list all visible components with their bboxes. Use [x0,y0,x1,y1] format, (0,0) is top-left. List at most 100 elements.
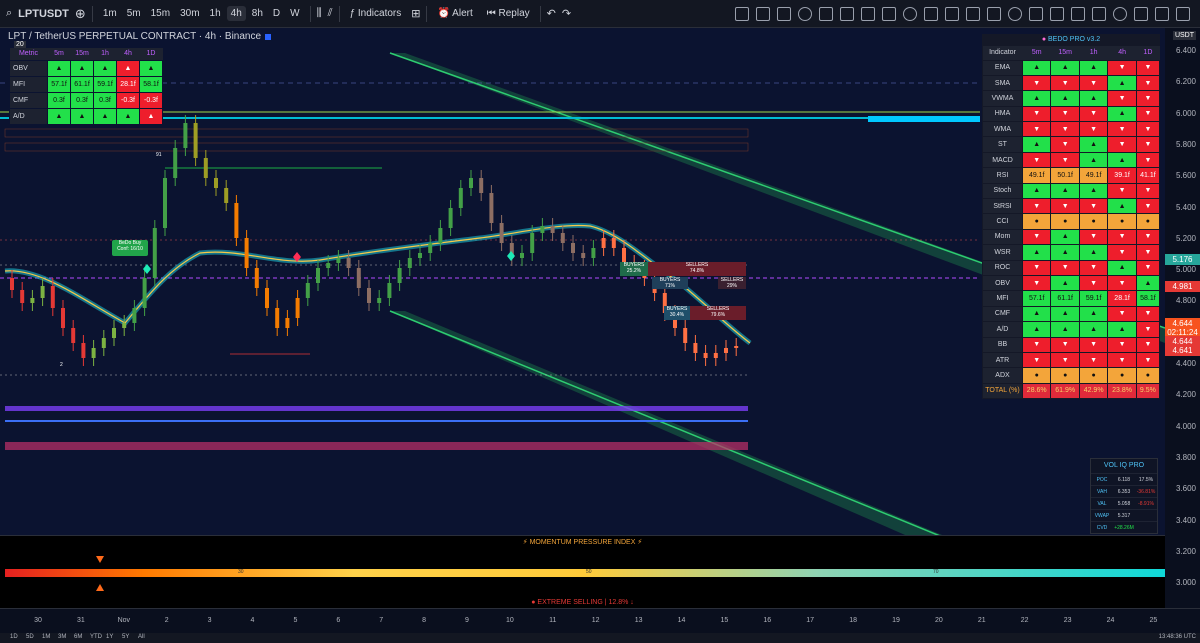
range-1m[interactable]: 1M [42,634,50,640]
time-tick: 4 [250,617,255,624]
voliq-k: POC [1096,476,1108,483]
interval-30m[interactable]: 30m [176,6,203,21]
layout-icon[interactable]: ⊞ [411,7,420,20]
currency-badge[interactable]: USDT [1172,31,1196,40]
interval-15m[interactable]: 15m [147,6,174,21]
bedo-cell: 39.1f [1107,167,1137,184]
screenshot-icon[interactable] [1113,7,1127,21]
interval-5m[interactable]: 5m [123,6,145,21]
eye-icon[interactable] [1029,7,1043,21]
time-tick: 23 [1063,617,1072,624]
candle-body [550,226,555,233]
add-symbol-icon[interactable]: ⊕ [75,6,86,22]
bedo-cell: ▲ [1078,244,1109,261]
pitchfork-icon[interactable] [798,7,812,21]
text-icon[interactable] [861,7,875,21]
candle-body [275,308,280,328]
range-1y[interactable]: 1Y [106,634,113,640]
bedo-row: MACD ▼ ▼ ▲ ▲ ▼ [982,151,1161,169]
measure-icon[interactable] [924,7,938,21]
chart-type-icon[interactable]: ⫼ [317,7,322,20]
brush-icon[interactable] [840,7,854,21]
bedo-cell: ▼ [1107,336,1137,353]
voliq-rows: POC 6.118 17.5% VAH 6.353 -36.81% VAL 5.058 -8.9… [1091,473,1157,533]
range-1d[interactable]: 1D [10,634,18,640]
voliq-v: +28.26M [1114,524,1134,531]
mini-cell: 57.1f [47,75,71,93]
interval-8h[interactable]: 8h [248,6,267,21]
alert-button[interactable]: ⏰ Alert [433,6,476,21]
bedo-cell: ▲ [1021,90,1052,107]
cursor-icon[interactable] [735,7,749,21]
layout-icon[interactable] [1092,7,1106,21]
mini-cell: 58.1f [139,75,163,93]
bedo-cell: 50.1f [1050,167,1080,184]
symbol-search[interactable]: LPTUSDT [18,8,69,20]
price-axis[interactable]: USDT 6.400 6.200 6.000 5.800 5.600 5.400 5.200… [1165,28,1200,608]
magnet-icon[interactable] [987,7,1001,21]
candle-body [193,123,198,158]
interval-1h[interactable]: 1h [206,6,225,21]
range-5y[interactable]: 5Y [122,634,129,640]
undo-icon[interactable]: ↶ [547,7,556,20]
candle-body [254,268,259,288]
indicators-button[interactable]: ƒ Indicators [346,6,406,21]
chart-title: LPT / TetherUS PERPETUAL CONTRACT · 4h ·… [8,31,272,42]
range-5d[interactable]: 5D [26,634,34,640]
candle-body [571,243,575,253]
interval-4h[interactable]: 4h [226,6,246,21]
voliq-k: VAH [1097,488,1107,495]
mini-cell: ▲ [93,59,117,77]
interval-W[interactable]: W [286,6,303,21]
candle-body [326,263,331,268]
bedo-cell: ▲ [1050,305,1080,323]
mini-header-1: 5m [47,48,71,60]
compare-icon[interactable]: ⫽ [328,7,333,20]
bedo-cell: ● [1078,367,1109,384]
time-tick: 24 [1106,617,1115,624]
candle-body [469,178,473,188]
bedo-total-cell: 23.8% [1107,382,1137,400]
prediction-icon[interactable] [903,7,917,21]
bedo-cell: ▼ [1135,198,1161,215]
bedo-cell: ▼ [1078,274,1109,292]
flag-icon[interactable] [265,33,272,40]
trash-icon[interactable] [1050,7,1064,21]
zoom-icon[interactable] [966,7,980,21]
redo-icon[interactable]: ↷ [562,7,571,20]
fullscreen-icon[interactable] [1155,7,1169,21]
publish-icon[interactable] [1176,7,1190,21]
time-tick: 25 [1149,617,1158,624]
buyers-box-2: BUYERS 71% [652,277,688,289]
bedo-cell: ▼ [1135,228,1161,246]
mini-row: A/D ▲ ▲ ▲ ▲ ▲ [9,107,163,125]
lock-icon[interactable] [1008,7,1022,21]
interval-1m[interactable]: 1m [99,6,121,21]
range-ytd[interactable]: YTD [90,634,102,640]
range-6m[interactable]: 6M [74,634,82,640]
pattern-icon[interactable] [882,7,896,21]
fib-icon[interactable] [819,7,833,21]
time-tick: 15 [720,617,729,624]
bedo-cell: ▼ [1135,105,1161,123]
price-tick: 5.400 [1175,202,1196,212]
momentum-pressure-index-pane[interactable]: ⚡ MOMENTUM PRESSURE INDEX ⚡ 30 50 70 ● E… [0,535,1165,608]
price-tick: 3.600 [1175,484,1196,494]
interval-D[interactable]: D [269,6,284,21]
bedo-cell: ▼ [1050,259,1080,276]
bedo-row: VWMA ▲ ▲ ▲ ▼ ▼ [982,90,1161,107]
mpi-status: ● EXTREME SELLING | 12.8% ↓ [0,599,1165,606]
time-tick: 14 [677,617,686,624]
range-3m[interactable]: 3M [58,634,66,640]
replay-button[interactable]: ⏮ Replay [483,6,534,21]
range-all[interactable]: All [138,634,145,640]
search-icon[interactable]: ⌕ [6,7,12,20]
candle-body [305,283,310,298]
rectangle-icon[interactable] [756,7,770,21]
time-axis[interactable]: 30 31 Nov 2 3 4 5 6 7 8 9 10 11 12 13 14 15 16 17 18 19 20 21 2… [0,608,1200,633]
trend-line-icon[interactable] [777,7,791,21]
objects-icon[interactable] [1071,7,1085,21]
settings-icon[interactable] [1134,7,1148,21]
emoji-icon[interactable] [945,7,959,21]
bedo-cell: ▼ [1021,351,1052,369]
